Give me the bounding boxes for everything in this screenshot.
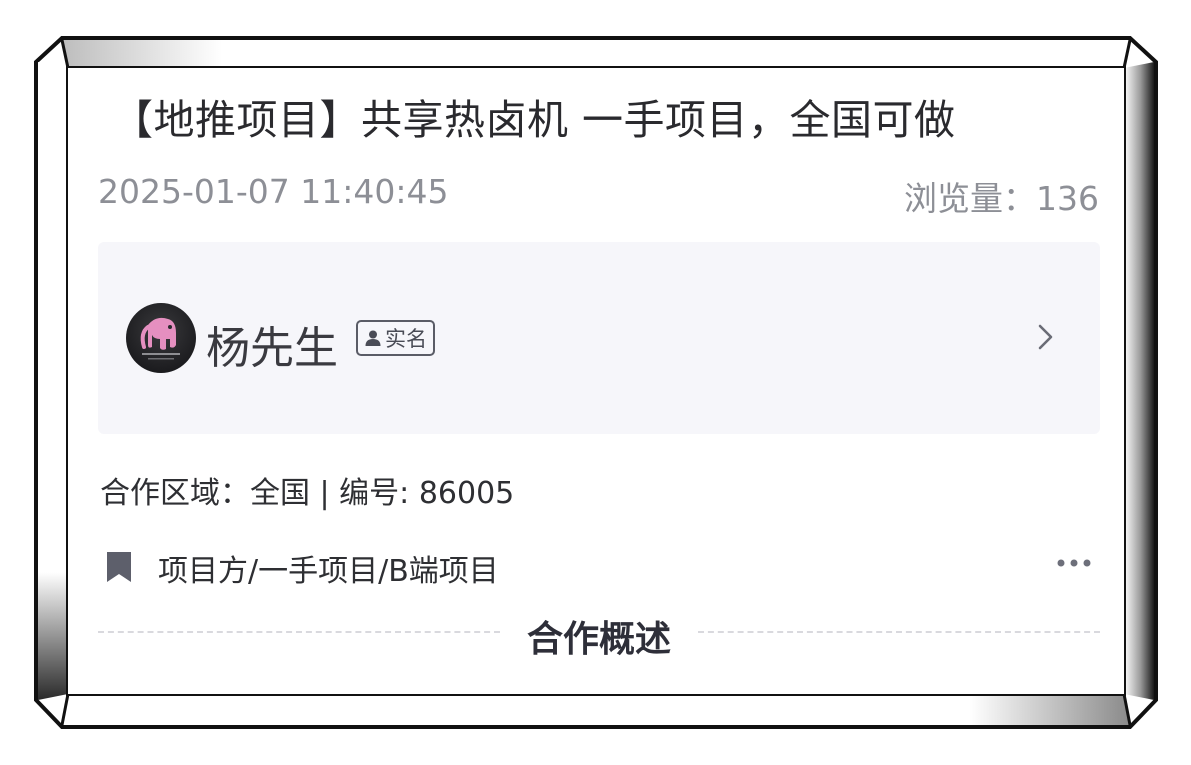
avatar[interactable] [126,303,196,373]
publisher-name: 杨先生 [206,323,338,374]
category-tags: 项目方/一手项目/B端项目 [158,554,499,589]
publisher-card[interactable]: 杨先生 实名 [98,242,1100,434]
category-tags-row: 项目方/一手项目/B端项目 [104,544,1094,589]
divider-left [98,631,500,633]
person-icon [365,330,381,346]
post-date: 2025-01-07 11:40:45 [98,172,449,211]
post-title: 【地推项目】共享热卤机 一手项目，全国可做 [112,96,956,144]
bookmark-icon [107,552,131,582]
region-and-id: 合作区域：全国 | 编号: 86005 [100,476,515,511]
view-count: 浏览量：136 [904,179,1099,218]
chevron-right-icon[interactable] [1030,322,1060,352]
verified-label: 实名 [385,327,427,351]
section-header: 合作概述 [98,606,1100,662]
verified-badge: 实名 [356,320,435,356]
post-card: 【地推项目】共享热卤机 一手项目，全国可做 2025-01-07 11:40:4… [68,68,1124,694]
section-title: 合作概述 [504,610,694,662]
more-icon[interactable] [1056,556,1092,570]
divider-right [698,631,1100,633]
elephant-logo-icon [140,317,180,360]
